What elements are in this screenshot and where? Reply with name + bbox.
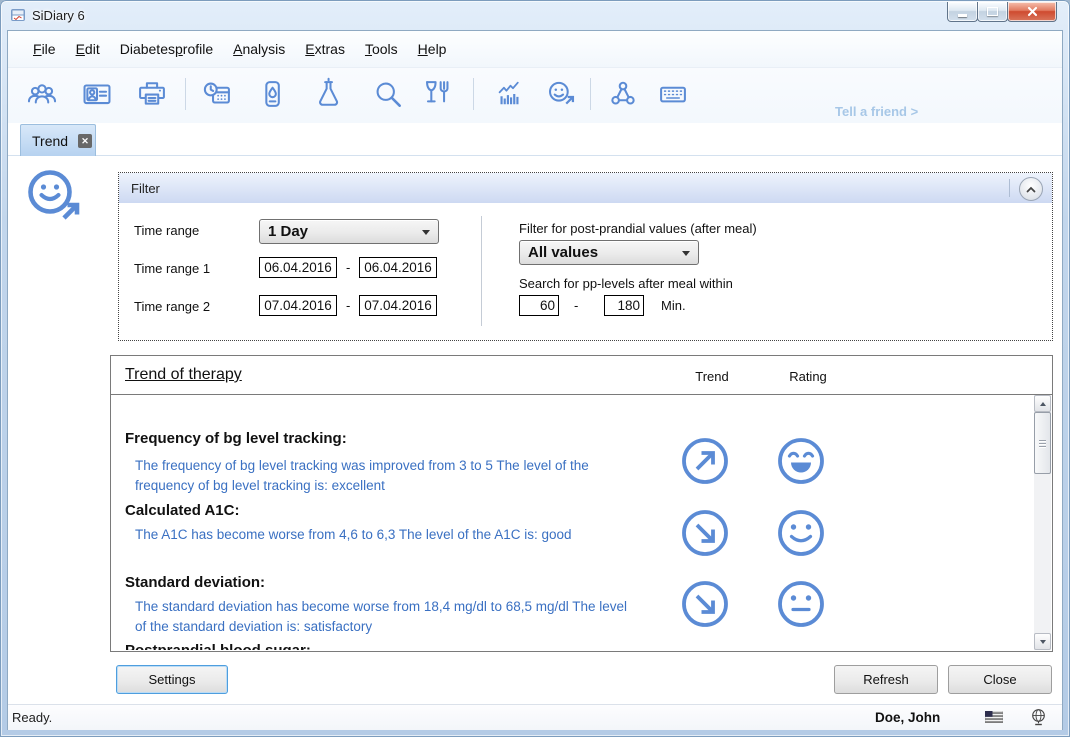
print-icon[interactable] (135, 77, 169, 111)
status-message: Ready. (12, 710, 52, 725)
tab-close-icon[interactable]: ✕ (78, 134, 92, 148)
scrollbar-thumb[interactable] (1034, 412, 1051, 474)
pp-filter-label: Filter for post-prandial values (after m… (519, 221, 757, 236)
time-range-value: 1 Day (260, 220, 438, 243)
current-user: Doe, John (875, 710, 940, 725)
filter-header-divider (1009, 179, 1010, 197)
arrow-down-right-icon (680, 579, 730, 629)
menu-diabetesprofile[interactable]: Diabetesprofile (110, 31, 223, 67)
trend-row-description: The A1C has become worse from 4,6 to 6,3… (135, 525, 640, 545)
pp-unit-label: Min. (661, 298, 686, 313)
menu-tools[interactable]: Tools (355, 31, 408, 67)
refresh-button[interactable]: Refresh (834, 665, 938, 694)
triangle-down-icon (1040, 640, 1046, 644)
chevron-up-icon (1026, 186, 1036, 193)
lab-flask-icon[interactable] (311, 77, 345, 111)
menu-help[interactable]: Help (408, 31, 457, 67)
toolbar-divider (185, 78, 186, 110)
time-range-1-to-input[interactable] (359, 257, 437, 278)
menu-bar: File Edit Diabetesprofile Analysis Extra… (8, 31, 1062, 67)
trend-row-heading: Frequency of bg level tracking: (125, 430, 347, 447)
filter-vertical-divider (481, 216, 482, 326)
trend-page-icon (25, 167, 83, 225)
tab-trend[interactable]: Trend ✕ (20, 124, 96, 156)
settings-button[interactable]: Settings (116, 665, 228, 694)
time-range-1-label: Time range 1 (134, 261, 210, 276)
time-range-2-label: Time range 2 (134, 299, 210, 314)
time-range-2-to-input[interactable] (359, 295, 437, 316)
maximize-button[interactable] (977, 2, 1008, 22)
scroll-up-button[interactable] (1034, 395, 1051, 412)
arrow-up-right-icon (680, 436, 730, 486)
trend-section-title: Trend of therapy (125, 366, 242, 384)
schedule-icon[interactable] (200, 77, 234, 111)
time-range-2-from-input[interactable] (259, 295, 337, 316)
column-header-trend: Trend (682, 369, 742, 384)
time-range-1-from-input[interactable] (259, 257, 337, 278)
trend-smiley-icon[interactable] (543, 77, 577, 111)
nutrition-icon[interactable] (418, 77, 452, 111)
trend-row-heading: Standard deviation: (125, 574, 265, 591)
menu-file[interactable]: File (23, 31, 66, 67)
scroll-down-button[interactable] (1034, 633, 1051, 650)
neutral-face-icon (776, 579, 826, 629)
window-title: SiDiary 6 (32, 8, 85, 23)
filter-title: Filter (131, 181, 160, 196)
keyboard-icon[interactable] (656, 77, 690, 111)
pp-filter-value: All values (520, 241, 698, 264)
language-flag-icon[interactable] (985, 711, 1003, 723)
tab-trend-label: Trend (32, 133, 68, 149)
toolbar-divider (590, 78, 591, 110)
app-icon (10, 7, 26, 23)
time-range-select[interactable]: 1 Day (259, 219, 439, 244)
minimize-button[interactable] (947, 2, 978, 22)
trend-row-description: The frequency of bg level tracking was i… (135, 456, 640, 495)
column-header-rating: Rating (778, 369, 838, 384)
close-button[interactable]: Close (948, 665, 1052, 694)
close-window-button[interactable] (1007, 2, 1057, 22)
contact-card-icon[interactable] (80, 77, 114, 111)
glucose-meter-icon[interactable] (255, 77, 289, 111)
time-range-label: Time range (134, 223, 199, 238)
trend-of-therapy-panel: Trend of therapy Trend Rating Frequency … (110, 355, 1053, 652)
collapse-filter-button[interactable] (1019, 177, 1043, 201)
trend-row-heading: Postprandial blood sugar: (125, 642, 311, 650)
status-bar: Ready. Doe, John (8, 704, 1062, 730)
dropdown-arrow-icon (422, 230, 430, 235)
pp-search-label: Search for pp-levels after meal within (519, 276, 733, 291)
search-icon[interactable] (371, 77, 405, 111)
close-icon (1027, 6, 1038, 17)
filter-panel: Filter Time range 1 Day Time range 1 - T… (118, 172, 1053, 341)
date-range-dash: - (346, 298, 350, 313)
dropdown-arrow-icon (682, 251, 690, 256)
globe-icon[interactable] (1030, 708, 1047, 726)
share-icon[interactable] (606, 77, 640, 111)
menu-extras[interactable]: Extras (295, 31, 355, 67)
statistics-icon[interactable] (490, 77, 524, 111)
filter-panel-header: Filter (119, 173, 1052, 203)
arrow-down-right-icon (680, 508, 730, 558)
date-range-dash: - (346, 260, 350, 275)
menu-edit[interactable]: Edit (66, 31, 110, 67)
trend-row-heading: Calculated A1C: (125, 502, 239, 519)
pp-from-input[interactable] (519, 295, 559, 316)
pp-to-input[interactable] (604, 295, 644, 316)
trend-list: Frequency of bg level tracking: The freq… (112, 395, 1034, 650)
window-frame: SiDiary 6 File Edit Diabetesprofile Anal… (0, 0, 1070, 737)
pp-range-dash: - (574, 298, 578, 313)
menu-analysis[interactable]: Analysis (223, 31, 295, 67)
vertical-scrollbar[interactable] (1034, 395, 1051, 650)
tell-a-friend-link[interactable]: Tell a friend > (835, 104, 918, 119)
trend-row-description: The standard deviation has become worse … (135, 597, 640, 636)
pp-filter-select[interactable]: All values (519, 240, 699, 265)
users-icon[interactable] (25, 77, 59, 111)
tab-strip-line (8, 155, 1062, 156)
toolbar-divider (473, 78, 474, 110)
triangle-up-icon (1040, 402, 1046, 406)
laughing-face-icon (776, 436, 826, 486)
smiling-face-icon (776, 508, 826, 558)
